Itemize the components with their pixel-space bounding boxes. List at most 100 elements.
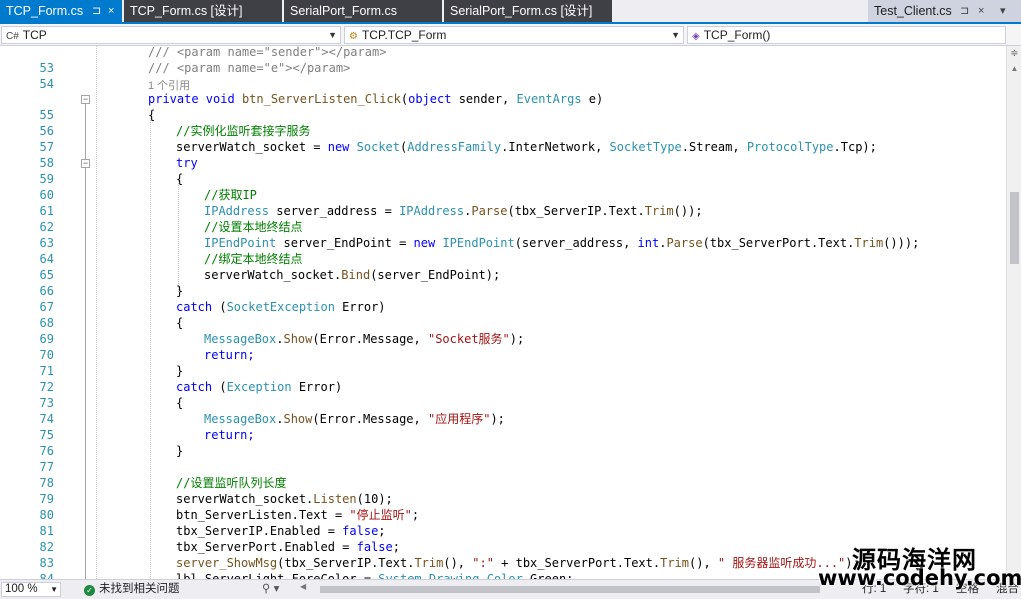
code-line: 58 serverWatch_socket = new Socket(Addre… [0, 139, 1006, 170]
close-icon[interactable]: × [108, 0, 114, 22]
code-text: server_ShowMsg(tbx_ServerIP.Text.Trim(),… [176, 556, 860, 570]
project-dropdown[interactable]: C# TCP ▼ [1, 26, 341, 44]
code-text: try [176, 156, 198, 170]
code-line: 69 { [0, 315, 1006, 346]
project-name: TCP [22, 28, 47, 42]
code-line: 57 //实例化监听套接字服务 [0, 123, 1006, 154]
tab-label: SerialPort_Form.cs [设计] [450, 4, 593, 18]
vertical-scrollbar[interactable]: ≑ ▲ [1006, 46, 1021, 579]
code-text: { [176, 172, 184, 186]
class-name: TCP.TCP_Form [361, 28, 447, 42]
code-line: 73 catch (Exception Error) [0, 379, 1006, 410]
code-line: 78 [0, 459, 1006, 490]
code-text: lbl_ServerLight.ForeColor = System.Drawi… [176, 572, 574, 579]
scroll-up-icon[interactable]: ▲ [1009, 64, 1020, 74]
code-text: { [176, 316, 184, 330]
pin-icon[interactable]: ⊐ [960, 0, 969, 22]
code-line: 72 } [0, 363, 1006, 394]
pin-icon[interactable]: ⊐ [92, 0, 101, 22]
code-text: } [176, 444, 184, 458]
zoom-value: 100 % [5, 583, 38, 595]
code-text: serverWatch_socket.Listen(10); [176, 492, 393, 506]
code-line: 53 /// <param name="sender"></param> [0, 46, 1006, 75]
code-line: 75 MessageBox.Show(Error.Message, "应用程序"… [0, 411, 1006, 442]
code-comment: //实例化监听套接字服务 [176, 124, 311, 138]
scrollbar-thumb[interactable] [320, 586, 820, 593]
code-line: 61 //获取IP [0, 187, 1006, 218]
code-comment: //绑定本地终结点 [204, 252, 303, 266]
code-line: 62 IPAddress server_address = IPAddress.… [0, 203, 1006, 234]
zoom-dropdown[interactable]: 100 % ▼ [1, 582, 61, 597]
tab-tcp-form-designer[interactable]: TCP_Form.cs [设计] [124, 0, 282, 22]
tab-test-client-cs[interactable]: Test_Client.cs ⊐ × ▾ [868, 0, 1021, 22]
code-line: 68 catch (SocketException Error) [0, 299, 1006, 330]
codelens-references[interactable]: 1 个引用 [148, 77, 190, 92]
code-line: 82 tbx_ServerIP.Enabled = false; [0, 523, 1006, 554]
scrollbar-thumb[interactable] [1010, 192, 1019, 264]
tab-label: SerialPort_Form.cs [290, 4, 397, 18]
code-text: tbx_ServerIP.Enabled = false; [176, 524, 386, 538]
method-icon: ◈ [692, 31, 700, 42]
tab-serialport-form-cs[interactable]: SerialPort_Form.cs [284, 0, 442, 22]
code-cleanup-icon[interactable]: ⚲ ▾ [262, 582, 279, 597]
code-text: /// <param name="sender"></param> [148, 46, 387, 59]
issues-indicator[interactable]: ✓ 未找到相关问题 [84, 582, 180, 597]
code-text: tbx_ServerPort.Enabled = false; [176, 540, 400, 554]
watermark-url: www.codehy.com [818, 566, 1021, 590]
code-text: IPAddress server_address = IPAddress.Par… [204, 204, 703, 218]
code-comment: //获取IP [204, 188, 257, 202]
code-line: 64 IPEndPoint server_EndPoint = new IPEn… [0, 235, 1006, 266]
code-text: catch (Exception Error) [176, 380, 343, 394]
code-line: 79 //设置监听队列长度 [0, 475, 1006, 506]
member-name: TCP_Form() [703, 28, 771, 42]
horizontal-scrollbar[interactable]: ◀ [300, 582, 840, 594]
navigation-bar: C# TCP ▼ ⚙ TCP.TCP_Form ▼ ◈ TCP_Form() [0, 24, 1021, 46]
code-line: 76 return; [0, 427, 1006, 458]
code-line: 60 { [0, 171, 1006, 202]
code-editor[interactable]: − − 53 /// <param name="sender"></param>… [0, 46, 1006, 579]
code-text: return; [204, 348, 255, 362]
code-text: } [176, 284, 184, 298]
scroll-left-icon[interactable]: ◀ [300, 582, 306, 591]
code-comment: //设置监听队列长度 [176, 476, 287, 490]
line-number: 54 [39, 77, 54, 91]
code-text: MessageBox.Show(Error.Message, "Socket服务… [204, 332, 525, 346]
code-line: 55 private void btn_ServerListen_Click(o… [0, 91, 1006, 122]
tab-serialport-form-designer[interactable]: SerialPort_Form.cs [设计] [444, 0, 612, 22]
class-dropdown[interactable]: ⚙ TCP.TCP_Form ▼ [344, 26, 684, 44]
code-line: 66 serverWatch_socket.Bind(server_EndPoi… [0, 267, 1006, 298]
code-line: 54 /// <param name="e"></param> [0, 60, 1006, 91]
code-line: 70 MessageBox.Show(Error.Message, "Socke… [0, 331, 1006, 362]
code-text: { [176, 396, 184, 410]
close-icon[interactable]: × [978, 0, 984, 22]
code-text: /// <param name="e"></param> [148, 61, 351, 75]
member-dropdown[interactable]: ◈ TCP_Form() [687, 26, 1006, 44]
chevron-down-icon[interactable]: ▾ [1000, 0, 1006, 22]
code-text: } [176, 364, 184, 378]
tab-label: TCP_Form.cs [设计] [130, 4, 243, 18]
tab-label: TCP_Form.cs [6, 4, 84, 18]
document-tab-bar: TCP_Form.cs ⊐ × TCP_Form.cs [设计] SerialP… [0, 0, 1021, 24]
csharp-project-icon: C# [6, 31, 19, 42]
code-line: 67 } [0, 283, 1006, 314]
code-line: 80 serverWatch_socket.Listen(10); [0, 491, 1006, 522]
code-line: 77 } [0, 443, 1006, 474]
code-comment: //设置本地终结点 [204, 220, 303, 234]
code-text: serverWatch_socket.Bind(server_EndPoint)… [204, 268, 501, 282]
code-line: 59 try [0, 155, 1006, 186]
code-text: MessageBox.Show(Error.Message, "应用程序"); [204, 412, 505, 426]
tab-tcp-form-cs[interactable]: TCP_Form.cs ⊐ × [0, 0, 122, 22]
code-line: 56 { [0, 107, 1006, 138]
chevron-down-icon: ▼ [328, 30, 337, 40]
code-text: IPEndPoint server_EndPoint = new IPEndPo… [204, 236, 920, 250]
chevron-down-icon: ▼ [671, 30, 680, 40]
code-text: catch (SocketException Error) [176, 300, 386, 314]
code-text: return; [204, 428, 255, 442]
chevron-down-icon: ▼ [50, 585, 58, 594]
code-line: 65 //绑定本地终结点 [0, 251, 1006, 282]
code-line: 81 btn_ServerListen.Text = "停止监听"; [0, 507, 1006, 538]
split-window-icon[interactable]: ≑ [1009, 48, 1020, 60]
code-text: btn_ServerListen.Text = "停止监听"; [176, 508, 420, 522]
code-text: serverWatch_socket = new Socket(AddressF… [176, 140, 877, 154]
code-line: 63 //设置本地终结点 [0, 219, 1006, 250]
